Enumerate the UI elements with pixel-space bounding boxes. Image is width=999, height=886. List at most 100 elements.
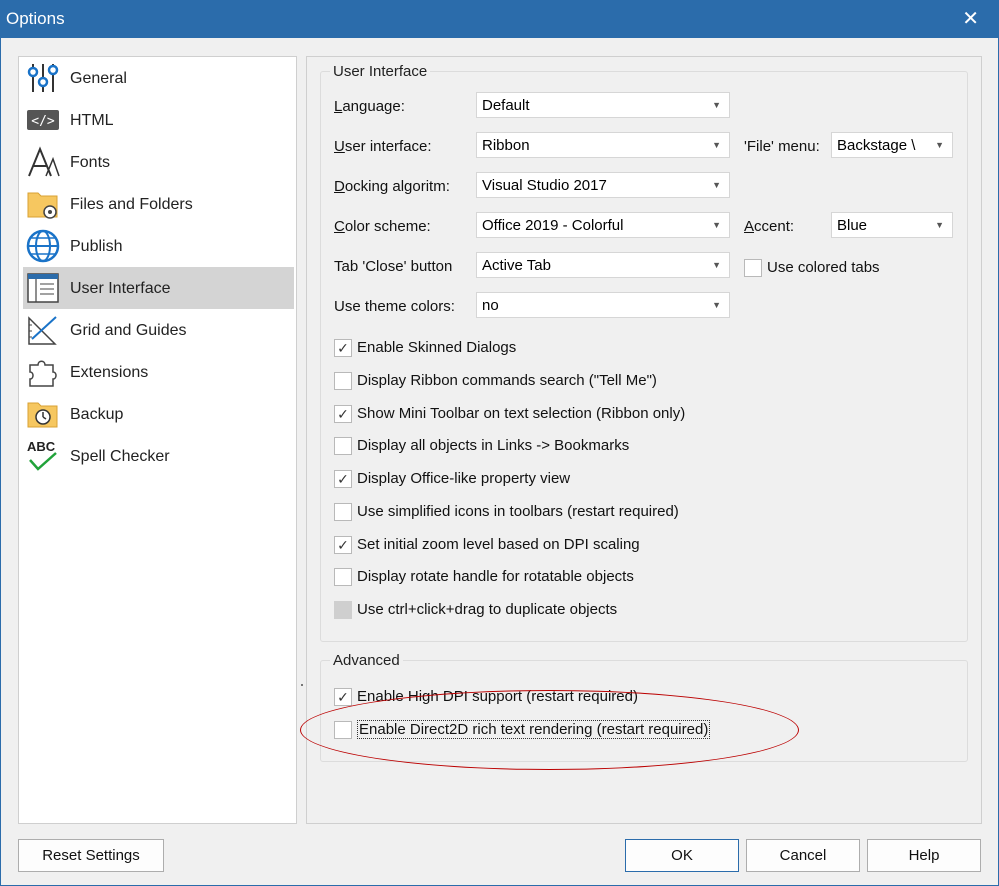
checkbox-box [334,503,352,521]
close-icon[interactable]: ✕ [962,6,979,31]
sliders-icon [27,64,59,92]
nav-item-backup[interactable]: Backup [23,393,294,435]
accel-key: D [334,178,345,195]
nav-item-label: Extensions [70,364,149,381]
nav-item-files-and-folders[interactable]: Files and Folders [23,183,294,225]
group-title: User Interface [330,63,431,80]
checkbox-label: Enable Skinned Dialogs [357,339,517,356]
nav-item-label: HTML [70,112,114,129]
checkbox-label: Display Ribbon commands search ("Tell Me… [357,372,657,389]
chevron-down-icon: ▼ [712,100,721,110]
nav-item-spell-checker[interactable]: ABC Spell Checker [23,435,294,477]
select-value: Ribbon [482,137,530,154]
nav-item-general[interactable]: General [23,57,294,99]
check-icon: ✓ [334,688,352,706]
select-value: Backstage \ [837,137,916,154]
checkbox-label: Use simplified icons in toolbars (restar… [357,503,679,520]
docking-label: Docking algoritm: [334,178,450,195]
ok-button[interactable]: OK [625,839,739,872]
check-icon: ✓ [334,470,352,488]
chevron-down-icon: ▼ [712,300,721,310]
backup-clock-icon [27,402,58,428]
file-menu-label: 'File' menu: [744,138,820,155]
theme-colors-select[interactable]: no ▼ [476,292,730,318]
language-label: Language: [334,98,405,115]
label-text: ccent: [754,218,795,235]
nav-item-fonts[interactable]: Fonts [23,141,294,183]
file-menu-select[interactable]: Backstage \ ▼ [831,132,953,158]
label-text: ser interface: [344,138,432,155]
check-icon: ✓ [334,536,352,554]
abc-badge-text: ABC [27,439,56,454]
docking-select[interactable]: Visual Studio 2017 ▼ [476,172,730,198]
label-text: olor scheme: [344,218,431,235]
abc-check-icon: ABC [27,439,57,471]
nav-item-extensions[interactable]: Extensions [23,351,294,393]
nav-item-html[interactable]: </> HTML [23,99,294,141]
checkbox-label: Show Mini Toolbar on text selection (Rib… [357,405,686,422]
checkbox-label: Enable High DPI support (restart require… [357,688,638,705]
chevron-down-icon: ▼ [712,140,721,150]
check-icon: ✓ [334,339,352,357]
theme-colors-label: Use theme colors: [334,298,455,315]
window-title: Options [6,9,65,28]
cancel-button[interactable]: Cancel [746,839,860,872]
chevron-down-icon: ▼ [712,220,721,230]
window-layout-icon [27,273,59,303]
checkbox-label: Enable Direct2D rich text rendering (res… [357,720,711,739]
folder-gear-icon [27,192,58,219]
html-code-icon: </> [27,110,59,130]
user-interface-label: User interface: [334,138,432,155]
group-title: Advanced [330,652,403,669]
select-value: no [482,297,499,314]
checkbox-box [334,601,352,619]
checkbox-box [334,721,352,739]
accel-key: C [334,218,345,235]
label-text: anguage: [342,98,405,115]
nav-item-label: Spell Checker [70,448,170,465]
chevron-down-icon: ▼ [935,220,944,230]
help-button[interactable]: Help [867,839,981,872]
accel-key: A [744,218,755,235]
nav-item-label: Files and Folders [70,196,193,213]
title-bar: Options ✕ [0,0,999,38]
language-select[interactable]: Default ▼ [476,92,730,118]
select-value: Active Tab [482,257,551,274]
user-interface-select[interactable]: Ribbon ▼ [476,132,730,158]
nav-item-label: General [70,70,127,87]
chevron-down-icon: ▼ [935,140,944,150]
select-value: Office 2019 - Colorful [482,217,624,234]
select-value: Blue [837,217,868,234]
checkbox-box [334,372,352,390]
chevron-down-icon: ▼ [712,260,721,270]
chevron-down-icon: ▼ [712,180,721,190]
tab-close-select[interactable]: Active Tab ▼ [476,252,730,278]
accel-key: U [334,138,345,155]
accent-select[interactable]: Blue ▼ [831,212,953,238]
checkbox-label: Display all objects in Links -> Bookmark… [357,437,630,454]
checkbox-label: Use ctrl+click+drag to duplicate objects [357,601,618,618]
checkbox-label: Display rotate handle for rotatable obje… [357,568,634,585]
font-icon [28,146,60,177]
advanced-group: Advanced [320,652,968,762]
checkbox-label: Set initial zoom level based on DPI scal… [357,536,640,553]
checkbox-label: Use colored tabs [767,259,880,276]
nav-item-label: Publish [70,238,123,255]
checkbox-box [744,259,762,277]
nav-item-publish[interactable]: Publish [23,225,294,267]
category-list: General </> HTML Fonts Files and Folders [18,56,297,824]
nav-item-label: User Interface [70,280,171,297]
check-icon: ✓ [334,405,352,423]
nav-item-label: Grid and Guides [70,322,187,339]
nav-item-grid-and-guides[interactable]: Grid and Guides [23,309,294,351]
color-scheme-select[interactable]: Office 2019 - Colorful ▼ [476,212,730,238]
checkbox-box [334,568,352,586]
ruler-triangle-icon [28,316,57,345]
reset-settings-button[interactable]: Reset Settings [18,839,164,872]
nav-item-user-interface[interactable]: User Interface [23,267,294,309]
label-text: ocking algoritm: [344,178,450,195]
select-value: Default [482,97,530,114]
color-scheme-label: Color scheme: [334,218,431,235]
puzzle-icon [29,360,57,387]
accent-label: Accent: [744,218,794,235]
